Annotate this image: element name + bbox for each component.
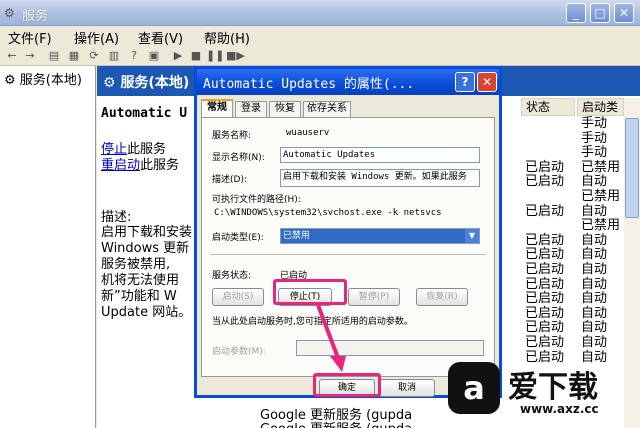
divider: [210, 254, 486, 255]
resume-button[interactable]: 恢复(R): [416, 288, 468, 306]
restart-service-link-row: 重启动此服务: [101, 154, 179, 173]
toolbar: ← → ▤ ▦ ⟳ ▥ ? ▣ ▶ ■ ❚❚ ■▶: [0, 46, 640, 66]
services-node-icon: ⚙: [4, 73, 16, 88]
watermark: a 爱下载 www.axz.cc: [444, 362, 640, 428]
menu-file[interactable]: 文件(F): [8, 28, 52, 47]
stop-service-icon[interactable]: ■: [188, 48, 204, 63]
console-icon[interactable]: ▣: [146, 48, 162, 63]
start-params-hint: 当从此处启动服务时,您可指定所适用的启动参数。: [212, 317, 413, 327]
tree-item-services-local[interactable]: ⚙ 服务(本地): [4, 69, 82, 88]
startup-type-select[interactable]: 已禁用 ▼: [280, 228, 480, 244]
row-status: 已启动: [525, 174, 565, 190]
pause-service-icon[interactable]: ❚❚: [206, 48, 224, 63]
services-app-icon: ⚙: [4, 6, 15, 20]
tree-pane: ⚙ 服务(本地): [0, 66, 96, 428]
tab-recovery[interactable]: 恢复: [269, 101, 301, 117]
show-tree-icon[interactable]: ▤: [46, 48, 62, 63]
maximize-button[interactable]: □: [590, 3, 610, 23]
dialog-help-button[interactable]: ?: [455, 72, 475, 92]
dialog-title: Automatic Updates 的属性(...: [203, 77, 415, 92]
restart-link-suffix: 此服务: [140, 158, 180, 173]
help-icon[interactable]: ?: [126, 48, 142, 63]
pause-button[interactable]: 暂停(P): [348, 288, 400, 306]
watermark-logo: a: [448, 362, 500, 414]
watermark-url: www.axz.cc: [520, 402, 599, 416]
start-service-icon[interactable]: ▶: [170, 48, 186, 63]
tab-general[interactable]: 常规: [201, 99, 233, 118]
general-tab-panel: 服务名称: wuauserv 显示名称(N): Automatic Update…: [201, 117, 495, 377]
minimize-button[interactable]: _: [566, 3, 586, 23]
scrollbar-thumb[interactable]: [625, 118, 639, 218]
window-title: 服务: [22, 9, 49, 24]
restart-service-link[interactable]: 重启动: [101, 158, 140, 173]
close-button[interactable]: ✕: [614, 3, 634, 23]
back-icon[interactable]: ←: [4, 48, 20, 63]
window-titlebar[interactable]: ⚙ 服务 _ □ ✕: [0, 0, 640, 26]
pane-title: ⚙ 服务(本地): [103, 75, 190, 91]
start-params-field[interactable]: [296, 340, 484, 356]
description-label: 描述(D):: [212, 175, 247, 185]
selected-service-name: Automatic U: [101, 106, 188, 121]
description-line: Update 网站。: [101, 305, 192, 320]
column-header-status[interactable]: 状态: [521, 98, 575, 116]
properties-icon[interactable]: ▦: [66, 48, 82, 63]
start-button[interactable]: 启动(S): [212, 288, 264, 306]
ok-button-highlight: [313, 373, 381, 397]
tree-item-label: 服务(本地): [19, 73, 82, 88]
forward-icon[interactable]: →: [22, 48, 38, 63]
tab-dependencies[interactable]: 依存关系: [303, 101, 351, 117]
exe-path-label: 可执行文件的路径(H):: [212, 195, 301, 205]
start-params-label: 启动参数(M):: [212, 347, 266, 357]
service-row-google-update-2[interactable]: Google 更新服务 (gupda: [260, 418, 412, 428]
restart-service-icon[interactable]: ■▶: [226, 48, 245, 63]
service-name-label: 服务名称:: [212, 131, 252, 141]
export-icon[interactable]: ▥: [106, 48, 122, 63]
service-status-label: 服务状态:: [212, 271, 252, 281]
cancel-button[interactable]: 取消: [379, 379, 435, 397]
startup-type-label: 启动类型(E):: [212, 233, 264, 243]
dialog-titlebar[interactable]: Automatic Updates 的属性(... ? ✕: [197, 69, 499, 95]
menu-action[interactable]: 操作(A): [74, 28, 119, 47]
dialog-close-button[interactable]: ✕: [477, 72, 497, 92]
properties-dialog: Automatic Updates 的属性(... ? ✕ 常规 登录 恢复 依…: [194, 66, 502, 398]
display-name-label: 显示名称(N):: [212, 153, 265, 163]
startup-type-value: 已禁用: [283, 231, 311, 241]
tab-logon[interactable]: 登录: [235, 101, 267, 117]
exe-path-value: C:\WINDOWS\system32\svchost.exe -k netsv…: [214, 208, 442, 218]
menu-help[interactable]: 帮助(H): [204, 28, 250, 47]
display-name-field[interactable]: Automatic Updates: [280, 147, 480, 163]
row-status: 已启动: [525, 203, 565, 219]
menu-bar: 文件(F) 操作(A) 查看(V) 帮助(H): [0, 26, 640, 47]
description-field[interactable]: 启用下载和安装 Windows 更新。如果此服务: [280, 169, 480, 187]
stop-button-highlight: [273, 279, 347, 305]
refresh-icon[interactable]: ⟳: [86, 48, 102, 63]
menu-view[interactable]: 查看(V): [138, 28, 183, 47]
watermark-text: 爱下载: [508, 370, 598, 405]
chevron-down-icon: ▼: [465, 229, 479, 243]
service-name-value: wuauserv: [286, 128, 330, 138]
